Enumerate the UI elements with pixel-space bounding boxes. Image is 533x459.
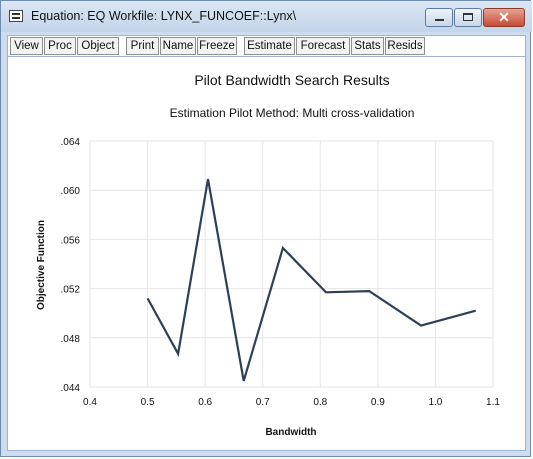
maximize-icon — [463, 13, 473, 21]
x-tick-label: 1.0 — [428, 397, 442, 408]
title-bar[interactable]: Equation: EQ Workfile: LYNX_FUNCOEF::Lyn… — [1, 1, 532, 32]
y-axis-label: Objective Function — [36, 220, 47, 310]
view-button[interactable]: View — [10, 37, 43, 55]
object-toolbar: View Proc Object Print Name Freeze Estim… — [7, 35, 526, 57]
maximize-button[interactable] — [454, 8, 482, 27]
window-title: Equation: EQ Workfile: LYNX_FUNCOEF::Lyn… — [31, 9, 297, 23]
object-button[interactable]: Object — [77, 37, 119, 55]
close-icon: ✕ — [498, 9, 510, 25]
y-tick-label: .044 — [61, 383, 81, 394]
x-tick-label: 0.8 — [313, 397, 327, 408]
proc-button[interactable]: Proc — [44, 37, 76, 55]
x-tick-label: 0.7 — [256, 397, 270, 408]
chart-title: Pilot Bandwidth Search Results — [194, 72, 389, 88]
freeze-button[interactable]: Freeze — [197, 37, 237, 55]
minimize-icon — [435, 19, 444, 21]
y-tick-label: .060 — [61, 186, 81, 197]
y-tick-label: .052 — [61, 285, 81, 296]
bandwidth-chart: Pilot Bandwidth Search Results Estimatio… — [36, 72, 500, 438]
x-tick-label: 0.4 — [83, 397, 97, 408]
graph-view: Pilot Bandwidth Search Results Estimatio… — [7, 57, 526, 451]
x-tick-label: 0.6 — [198, 397, 212, 408]
series-line — [146, 178, 476, 382]
y-tick-label: .048 — [61, 334, 81, 345]
y-tick-label: .064 — [61, 137, 81, 148]
estimate-button[interactable]: Estimate — [244, 37, 295, 55]
window-menu-icon[interactable] — [9, 10, 23, 22]
x-tick-label: 0.5 — [141, 397, 155, 408]
resids-button[interactable]: Resids — [385, 37, 425, 55]
forecast-button[interactable]: Forecast — [296, 37, 350, 55]
print-button[interactable]: Print — [126, 37, 159, 55]
close-button[interactable]: ✕ — [483, 8, 525, 27]
chart-subtitle: Estimation Pilot Method: Multi cross-val… — [170, 106, 415, 120]
x-tick-label: 1.1 — [486, 397, 500, 408]
x-tick-label: 0.9 — [371, 397, 385, 408]
x-axis-label: Bandwidth — [265, 427, 316, 438]
name-button[interactable]: Name — [160, 37, 196, 55]
stats-button[interactable]: Stats — [351, 37, 384, 55]
y-tick-label: .056 — [61, 235, 81, 246]
equation-window: Equation: EQ Workfile: LYNX_FUNCOEF::Lyn… — [0, 0, 532, 457]
minimize-button[interactable] — [425, 8, 453, 27]
